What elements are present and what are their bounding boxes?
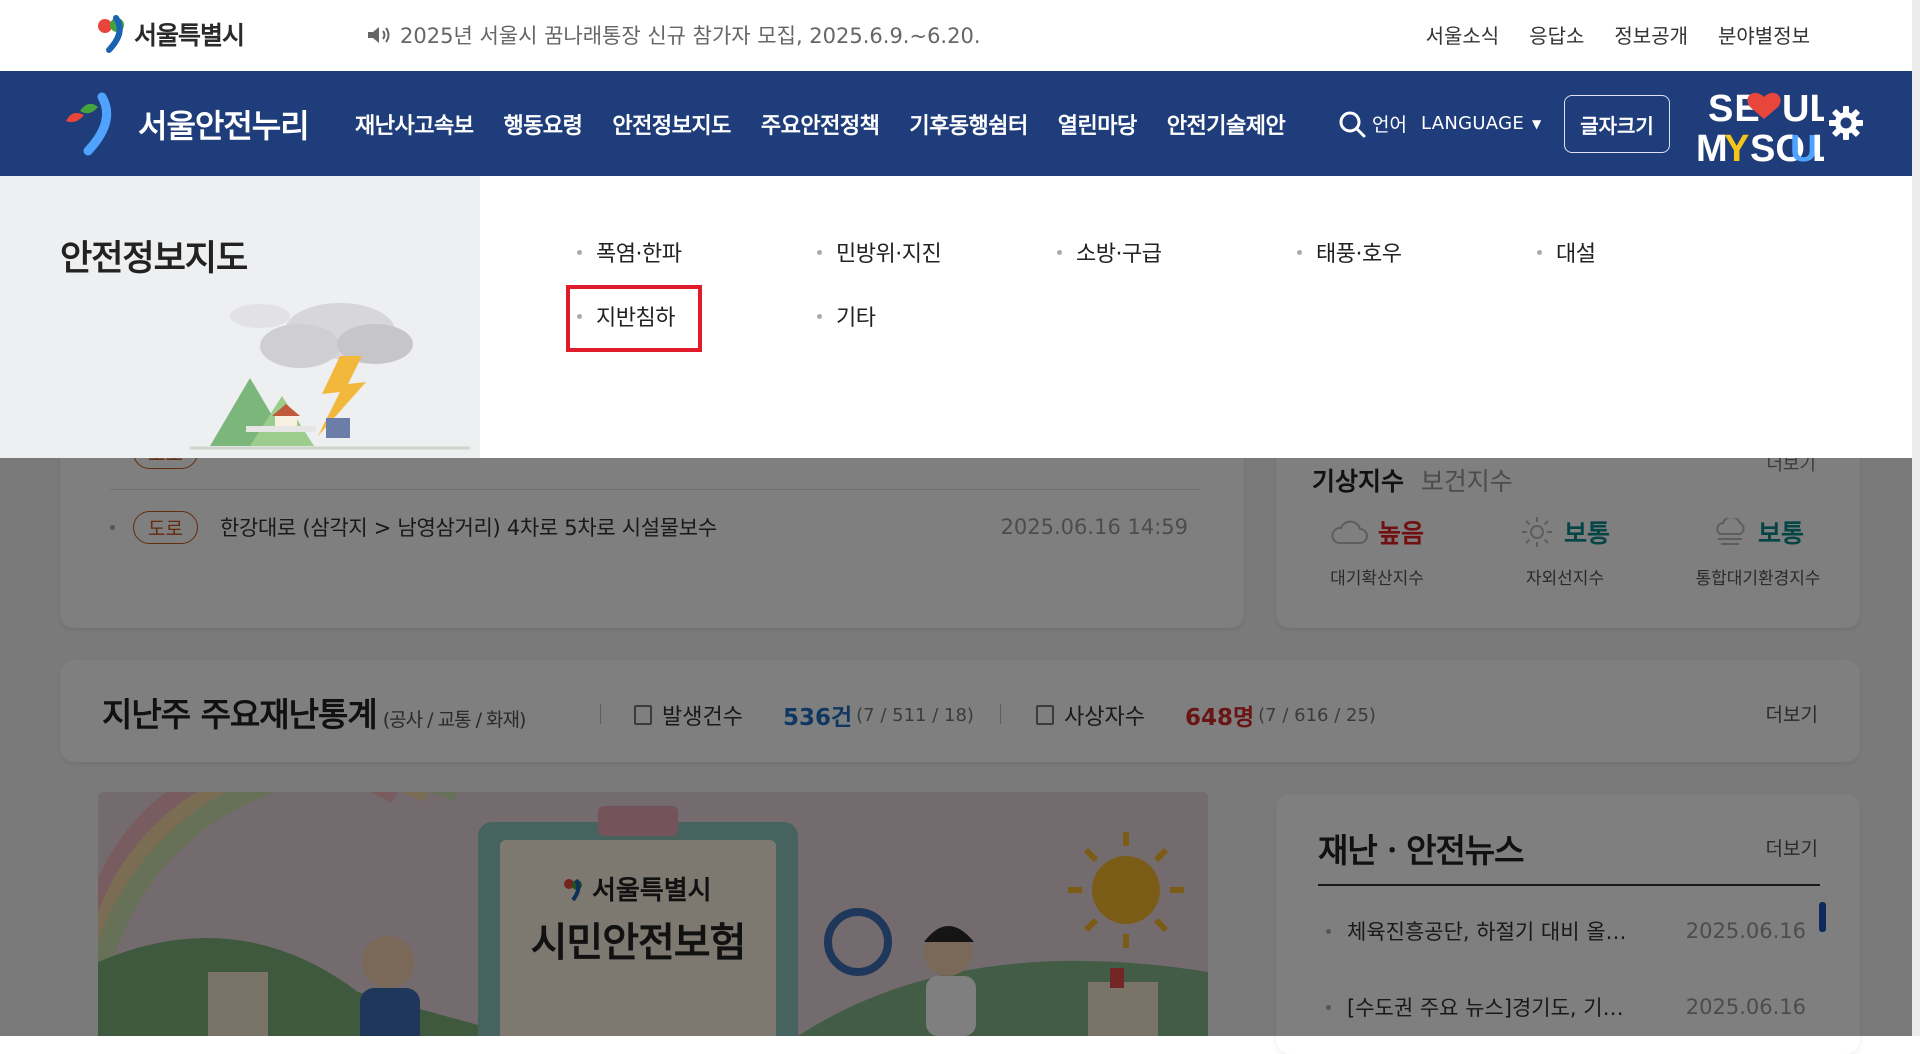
seoul-logo-icon	[98, 15, 124, 53]
language-select[interactable]: LANGUAGE	[1421, 113, 1524, 134]
utility-links: 서울소식 응답소 정보공개 분야별정보	[1426, 20, 1810, 49]
menu-safety-policy[interactable]: 주요안전정책	[746, 108, 894, 140]
svg-text:L: L	[1812, 128, 1824, 165]
menu-open-forum[interactable]: 열린마당	[1043, 108, 1152, 140]
seoul-city-logo[interactable]: 서울특별시	[92, 14, 245, 54]
notice-ticker[interactable]: 2025년 서울시 꿈나래통장 신규 참가자 모집, 2025.6.9.~6.2…	[366, 20, 981, 50]
menu-safety-map[interactable]: 안전정보지도	[597, 108, 745, 140]
seoul-city-logo-text: 서울특별시	[134, 21, 245, 50]
main-menu: 재난사고속보 행동요령 안전정보지도 주요안전정책 기후동행쉼터 열린마당 안전…	[340, 71, 1300, 176]
submenu-typhoon-heavy-rain[interactable]: 태풍·호우	[1297, 236, 1402, 268]
speaker-icon	[368, 27, 390, 43]
seoul-my-soul-logo: SE UL M Y SO U L	[1696, 88, 1824, 165]
mega-menu-dropdown: 안전정보지도 폭염·한파 민방위·지진 소방·구급 태풍·호우 대설 지반침하 …	[0, 176, 1920, 458]
site-logo-text: 서울안전누리	[138, 107, 310, 145]
mega-menu-title: 안전정보지도	[60, 239, 248, 279]
svg-text:Y: Y	[1724, 128, 1749, 165]
utility-bar: 서울특별시 2025년 서울시 꿈나래통장 신규 참가자 모집, 2025.6.…	[0, 0, 1920, 71]
submenu-other[interactable]: 기타	[817, 300, 876, 332]
search-language[interactable]: 언어 LANGUAGE ▼	[1338, 71, 1541, 176]
font-size-button[interactable]: 글자크기	[1564, 95, 1670, 153]
menu-action-guide[interactable]: 행동요령	[488, 108, 597, 140]
link-response-center[interactable]: 응답소	[1529, 20, 1584, 49]
submenu-civil-defense-earthquake[interactable]: 민방위·지진	[817, 236, 942, 268]
mega-menu-side-panel: 안전정보지도	[0, 176, 480, 458]
notice-text: 2025년 서울시 꿈나래통장 신규 참가자 모집, 2025.6.9.~6.2…	[400, 24, 981, 48]
gear-icon[interactable]	[1828, 105, 1864, 141]
caret-down-icon: ▼	[1532, 116, 1542, 131]
link-seoul-news[interactable]: 서울소식	[1426, 20, 1500, 49]
language-label: 언어	[1372, 114, 1407, 136]
submenu-heat-cold[interactable]: 폭염·한파	[577, 236, 682, 268]
submenu-ground-subsidence[interactable]: 지반침하	[577, 300, 675, 332]
site-logo[interactable]: 서울안전누리	[58, 89, 310, 159]
link-field-info[interactable]: 분야별정보	[1718, 20, 1810, 49]
search-icon[interactable]	[1338, 110, 1366, 138]
svg-text:UL: UL	[1782, 88, 1824, 130]
svg-text:M: M	[1696, 128, 1728, 165]
menu-disaster-news[interactable]: 재난사고속보	[340, 108, 488, 140]
link-info-disclosure[interactable]: 정보공개	[1614, 20, 1688, 49]
page-scrollbar[interactable]	[1912, 0, 1920, 1036]
menu-climate-shelter[interactable]: 기후동행쉼터	[894, 108, 1042, 140]
submenu-fire-emergency[interactable]: 소방·구급	[1057, 236, 1162, 268]
seoul-safety-logo-icon	[66, 92, 112, 156]
submenu-heavy-snow[interactable]: 대설	[1537, 236, 1596, 268]
main-navigation: 서울안전누리 재난사고속보 행동요령 안전정보지도 주요안전정책 기후동행쉼터 …	[0, 71, 1920, 176]
menu-tech-proposal[interactable]: 안전기술제안	[1152, 108, 1300, 140]
storm-illustration	[190, 303, 470, 450]
